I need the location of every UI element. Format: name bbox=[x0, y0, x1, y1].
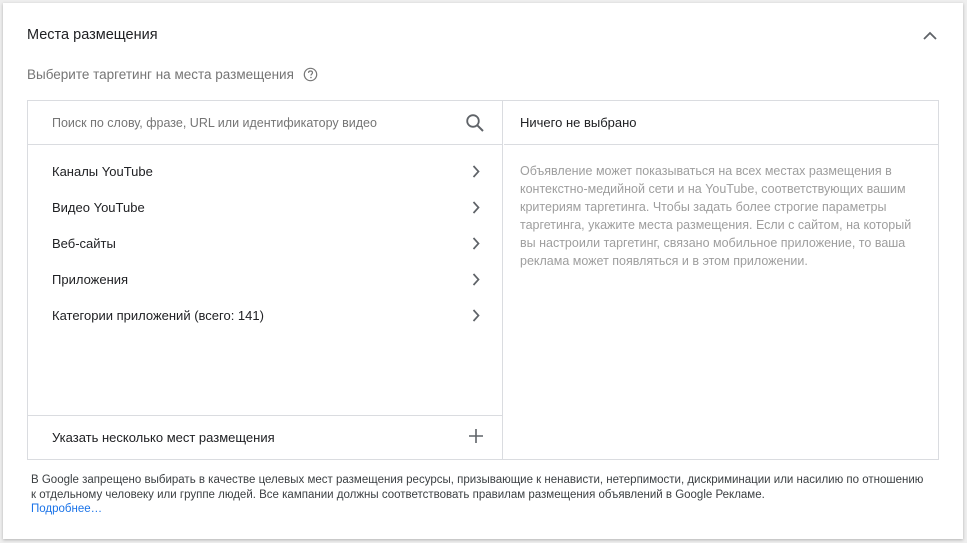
category-label: Категории приложений (всего: 141) bbox=[52, 307, 264, 323]
add-multiple-placements-button[interactable]: Указать несколько мест размещения bbox=[28, 415, 502, 459]
policy-text: В Google запрещено выбирать в качестве ц… bbox=[31, 474, 924, 501]
chevron-up-icon bbox=[923, 27, 937, 45]
category-label: Каналы YouTube bbox=[52, 163, 153, 179]
browse-column: Каналы YouTube Видео YouTube Веб-сайты bbox=[28, 101, 503, 459]
chevron-right-icon bbox=[472, 236, 480, 250]
category-label: Приложения bbox=[52, 271, 129, 287]
collapse-button[interactable] bbox=[919, 25, 941, 47]
search-bar bbox=[28, 101, 502, 145]
category-youtube-videos[interactable]: Видео YouTube bbox=[28, 189, 502, 225]
search-input[interactable] bbox=[52, 115, 464, 130]
selection-column: Ничего не выбрано Объявление может показ… bbox=[504, 101, 938, 459]
category-websites[interactable]: Веб-сайты bbox=[28, 225, 502, 261]
add-multiple-label: Указать несколько мест размещения bbox=[52, 430, 275, 445]
category-app-categories[interactable]: Категории приложений (всего: 141) bbox=[28, 297, 502, 333]
chevron-right-icon bbox=[472, 164, 480, 178]
category-apps[interactable]: Приложения bbox=[28, 261, 502, 297]
selection-description: Объявление может показываться на всех ме… bbox=[520, 164, 912, 268]
category-list: Каналы YouTube Видео YouTube Веб-сайты П… bbox=[28, 145, 502, 333]
chevron-right-icon bbox=[472, 272, 480, 286]
chevron-right-icon bbox=[472, 308, 480, 322]
policy-notice: В Google запрещено выбирать в качестве ц… bbox=[31, 473, 931, 517]
placements-panel: Каналы YouTube Видео YouTube Веб-сайты bbox=[27, 100, 939, 460]
category-label: Веб-сайты bbox=[52, 235, 116, 251]
section-title: Места размещения bbox=[27, 27, 158, 43]
plus-icon bbox=[468, 428, 484, 447]
category-label: Видео YouTube bbox=[52, 199, 145, 215]
chevron-right-icon bbox=[472, 200, 480, 214]
category-youtube-channels[interactable]: Каналы YouTube bbox=[28, 153, 502, 189]
selection-title: Ничего не выбрано bbox=[504, 101, 938, 145]
section-subtitle: Выберите таргетинг на места размещения bbox=[27, 67, 318, 82]
placements-card: Места размещения Выберите таргетинг на м… bbox=[3, 3, 963, 539]
learn-more-link[interactable]: Подробнее… bbox=[31, 502, 931, 517]
subtitle-text: Выберите таргетинг на места размещения bbox=[27, 67, 294, 82]
help-circle-icon[interactable] bbox=[303, 67, 318, 82]
search-icon[interactable] bbox=[464, 112, 486, 134]
